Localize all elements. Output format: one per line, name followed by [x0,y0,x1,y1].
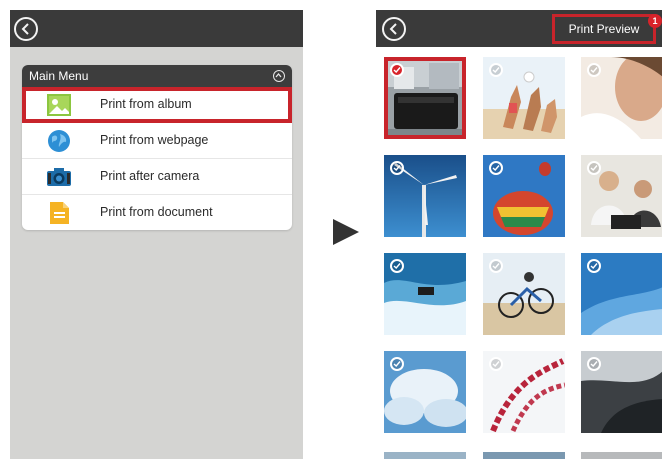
selected-count-badge: 1 [648,14,662,28]
menu-item-label: Print after camera [100,169,200,183]
photo-thumbnail-business-meeting[interactable] [581,155,662,237]
main-menu-panel: Main Menu Print from album Print from we… [22,65,292,230]
check-icon[interactable] [390,63,404,77]
globe-icon [48,130,70,152]
photo-thumbnail-printer[interactable] [384,57,466,139]
check-icon[interactable] [489,259,503,273]
photo-thumbnail-blue-sky[interactable] [581,253,662,335]
chevron-left-icon [389,23,397,35]
photo-thumbnail-beach-volleyball[interactable] [483,57,565,139]
menu-item-print-after-camera[interactable]: Print after camera [22,159,292,195]
partial-photo [483,452,565,459]
menu-item-label: Print from webpage [100,133,209,147]
photo-thumbnail-partial[interactable] [581,449,662,459]
back-button[interactable] [382,17,406,41]
collapse-icon[interactable] [273,70,285,82]
check-icon[interactable] [587,259,601,273]
photo-thumbnail-hot-air-balloon[interactable] [483,155,565,237]
top-bar [10,10,303,47]
check-icon[interactable] [587,63,601,77]
photo-thumbnail-woman-portrait[interactable] [581,57,662,139]
photo-album-screen: Print Preview 1 [376,10,662,459]
check-icon[interactable] [489,161,503,175]
menu-item-print-from-document[interactable]: Print from document [22,195,292,230]
photo-thumbnail-mountain-bike[interactable] [483,253,565,335]
print-preview-label: Print Preview [568,22,640,36]
chevron-left-icon [21,23,29,35]
main-menu-header: Main Menu [22,65,292,87]
menu-item-label: Print from album [100,97,192,111]
check-icon[interactable] [489,357,503,371]
camera-icon [47,168,71,186]
check-icon[interactable] [390,161,404,175]
document-icon [50,202,69,224]
main-menu-screen: Main Menu Print from album Print from we… [10,10,303,459]
menu-item-print-from-album[interactable]: Print from album [22,87,292,123]
arrow-right-icon [333,219,359,245]
print-preview-button[interactable]: Print Preview 1 [552,14,662,44]
photo-thumbnail-roller-coaster[interactable] [483,351,565,433]
menu-item-print-from-webpage[interactable]: Print from webpage [22,123,292,159]
photo-thumbnail-cityscape[interactable] [581,351,662,433]
main-menu-title: Main Menu [29,69,89,83]
photo-thumbnail-partial[interactable] [384,449,466,459]
menu-item-label: Print from document [100,205,213,219]
check-icon[interactable] [390,357,404,371]
partial-photo [384,452,466,459]
check-icon[interactable] [587,357,601,371]
check-icon[interactable] [390,259,404,273]
top-bar: Print Preview 1 [376,10,662,47]
photo-thumbnail-jet-ski[interactable] [384,253,466,335]
check-icon[interactable] [587,161,601,175]
check-icon[interactable] [489,63,503,77]
photo-thumbnail-partial[interactable] [483,449,565,459]
back-button[interactable] [14,17,38,41]
photo-thumbnail-wind-turbine[interactable] [384,155,466,237]
photo-thumbnail-clouds[interactable] [384,351,466,433]
album-icon [47,94,71,116]
partial-photo [581,452,662,459]
